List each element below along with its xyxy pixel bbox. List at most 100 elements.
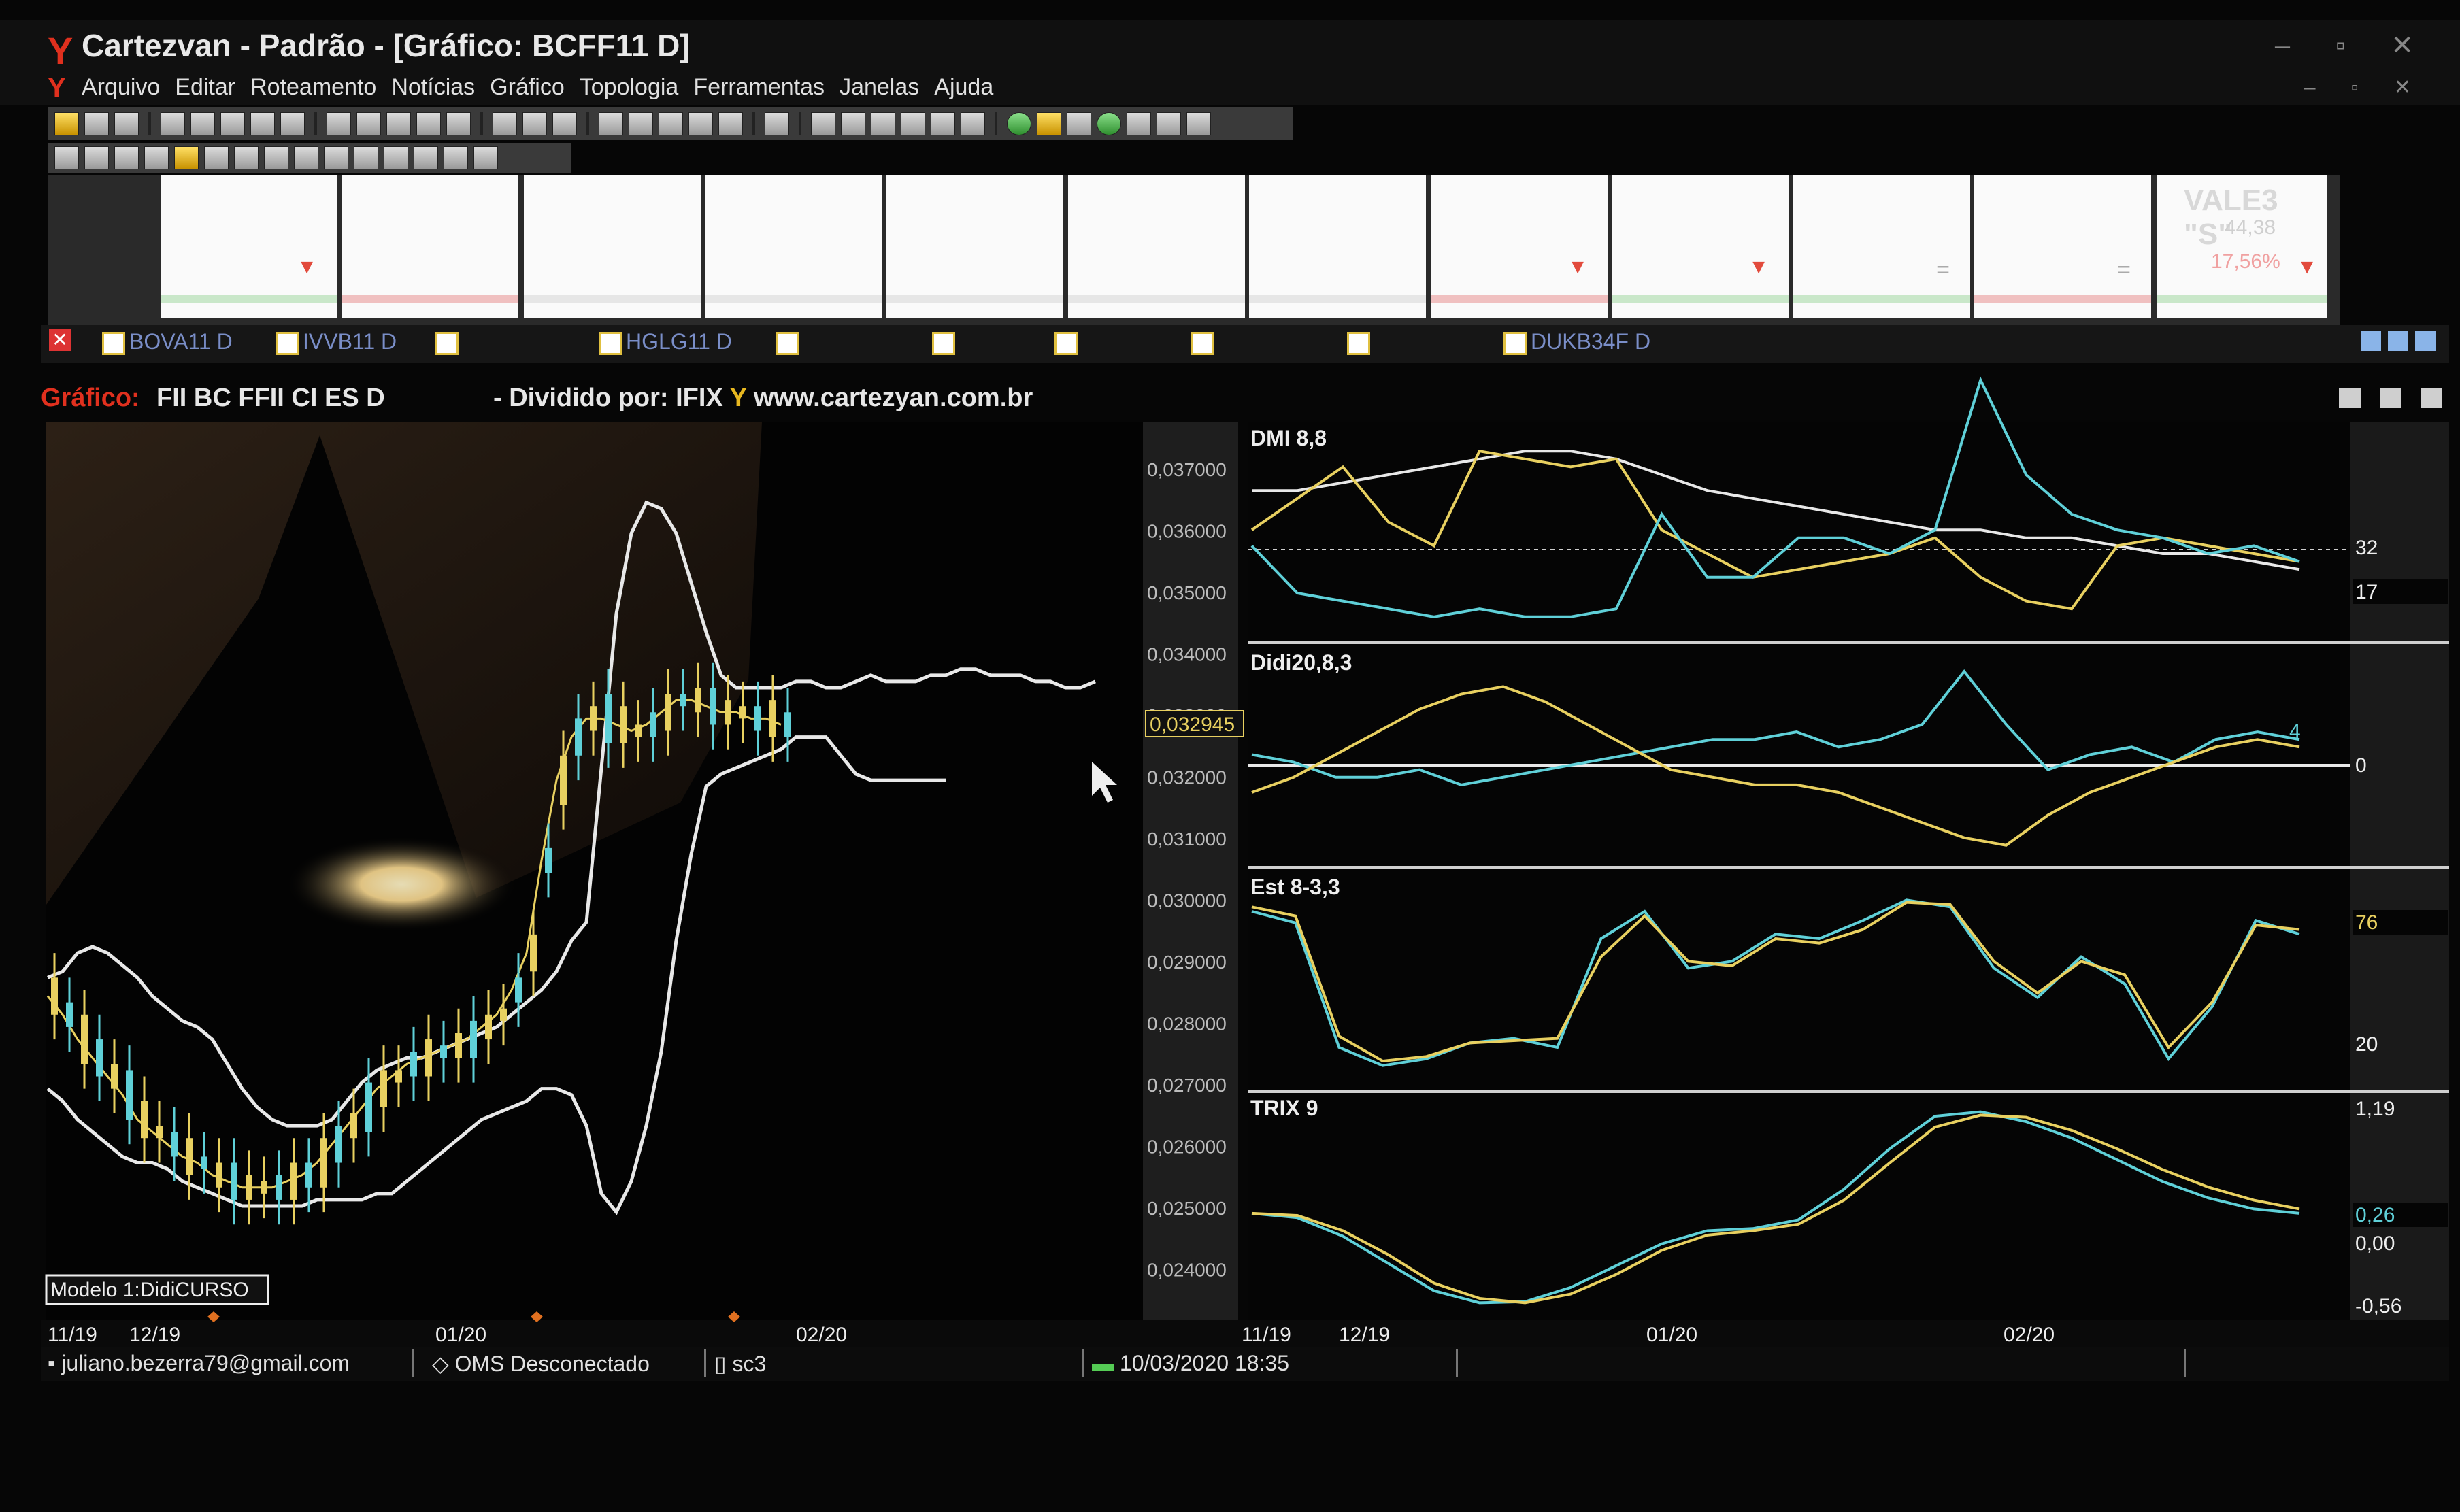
candle-body (710, 688, 716, 725)
candle-body (395, 1070, 402, 1083)
est-label-20: 20 (2355, 1033, 2378, 1056)
dmi-title: DMI 8,8 (1250, 426, 1327, 450)
price-tick-label: 0,029000 (1147, 952, 1227, 973)
candle-body (231, 1162, 237, 1200)
candle-body (575, 718, 582, 756)
candle-body (216, 1162, 222, 1188)
price-tick-label: 0,031000 (1147, 828, 1227, 850)
candle-body (320, 1138, 327, 1188)
candle-body (650, 712, 656, 737)
candle-body (380, 1070, 387, 1107)
dmi-label-32: 32 (2355, 537, 2378, 559)
status-separator (2184, 1349, 2186, 1377)
candle-body (470, 1020, 477, 1058)
didi-title: Didi20,8,3 (1250, 650, 1352, 675)
candle-body (769, 700, 776, 737)
status-session: ▯ sc3 (714, 1351, 767, 1376)
trix-label-neg-0-56: -0,56 (2355, 1295, 2401, 1317)
candle-body (365, 1082, 372, 1132)
candle-body (784, 712, 791, 737)
candle-body (335, 1126, 342, 1163)
x-label-11-19: 11/19 (48, 1324, 97, 1346)
status-user: ▪ juliano.bezerra79@gmail.com (48, 1351, 350, 1375)
candle-body (156, 1126, 163, 1139)
x-label-12-19: 12/19 (129, 1324, 180, 1346)
status-separator (412, 1349, 414, 1377)
x-label-ind-12-19: 12/19 (1339, 1324, 1390, 1346)
price-tick-label: 0,036000 (1147, 521, 1227, 542)
status-oms[interactable]: ◇ OMS Desconectado (432, 1351, 650, 1377)
x-label-01-20: 01/20 (435, 1324, 486, 1346)
indicator-area (1248, 422, 2350, 1320)
price-tick-label: 0,026000 (1147, 1137, 1227, 1158)
status-separator (704, 1349, 706, 1377)
price-tick-label: 0,025000 (1147, 1198, 1227, 1219)
candle-body (261, 1181, 267, 1194)
didi-label-0: 0 (2355, 754, 2367, 777)
candle-body (560, 755, 567, 805)
price-tick-label: 0,027000 (1147, 1075, 1227, 1096)
candle-body (455, 1033, 462, 1058)
price-tick-label: 0,037000 (1147, 459, 1227, 480)
candle-body (246, 1175, 252, 1200)
candle-body (440, 1045, 447, 1058)
est-title: Est 8-3,3 (1250, 875, 1340, 899)
candle-body (276, 1175, 282, 1200)
candle-body (305, 1162, 312, 1188)
lamp-reflection (286, 837, 517, 932)
candle-body (141, 1101, 148, 1139)
price-axis (1143, 422, 1238, 1320)
candle-body (425, 1039, 432, 1077)
candle-body (739, 706, 746, 719)
link-icon: ◇ (432, 1351, 449, 1376)
chart-canvas[interactable]: 0,0370000,0360000,0350000,0340000,033000… (0, 0, 2460, 1512)
candle-body (665, 694, 671, 731)
price-tick-label: 0,032000 (1147, 767, 1227, 788)
price-tick-label: 0,034000 (1147, 644, 1227, 665)
candle-body (290, 1162, 297, 1200)
x-label-ind-02-20: 02/20 (2004, 1324, 2055, 1346)
candle-body (635, 724, 642, 737)
price-tick-label: 0,030000 (1147, 890, 1227, 911)
candle-body (485, 1014, 492, 1040)
candle-body (126, 1070, 133, 1120)
candle-body (96, 1039, 103, 1077)
dmi-label-17: 17 (2355, 581, 2378, 603)
status-separator (1456, 1349, 1458, 1377)
price-tick-label: 0,024000 (1147, 1260, 1227, 1281)
candle-body (410, 1052, 417, 1077)
session-icon: ▯ (714, 1351, 727, 1376)
user-icon: ▪ (48, 1351, 56, 1375)
trix-label-1-19: 1,19 (2355, 1098, 2395, 1120)
candle-body (111, 1064, 118, 1089)
clock-icon: ▬ (1092, 1351, 1114, 1375)
candle-body (725, 700, 731, 725)
x-label-ind-11-19: 11/19 (1242, 1324, 1291, 1346)
x-label-02-20: 02/20 (796, 1324, 847, 1346)
candle-body (201, 1156, 207, 1169)
candle-body (590, 706, 597, 731)
candle-body (530, 934, 537, 972)
trix-label-0-00: 0,00 (2355, 1232, 2395, 1255)
trix-title: TRIX 9 (1250, 1096, 1318, 1120)
trix-label-0-26: 0,26 (2355, 1204, 2395, 1226)
est-label-76: 76 (2355, 911, 2378, 934)
price-tick-label: 0,028000 (1147, 1013, 1227, 1035)
candle-body (605, 694, 612, 743)
candle-body (754, 706, 761, 731)
candle-body (515, 977, 522, 1003)
candle-body (350, 1113, 357, 1139)
candle-body (500, 1008, 507, 1021)
candle-body (66, 1002, 73, 1027)
candle-body (695, 688, 701, 713)
current-price-label: 0,032945 (1150, 713, 1235, 736)
status-separator (1082, 1349, 1084, 1377)
model-label: Modelo 1:DidiCURSO (50, 1279, 249, 1301)
candle-body (620, 706, 627, 743)
price-tick-label: 0,035000 (1147, 582, 1227, 603)
status-bar: ▪ juliano.bezerra79@gmail.com ◇ OMS Desc… (41, 1347, 2449, 1381)
status-datetime: ▬ 10/03/2020 18:35 (1092, 1351, 1290, 1375)
candle-body (81, 1014, 88, 1064)
candle-body (680, 694, 686, 707)
candle-body (186, 1138, 193, 1175)
